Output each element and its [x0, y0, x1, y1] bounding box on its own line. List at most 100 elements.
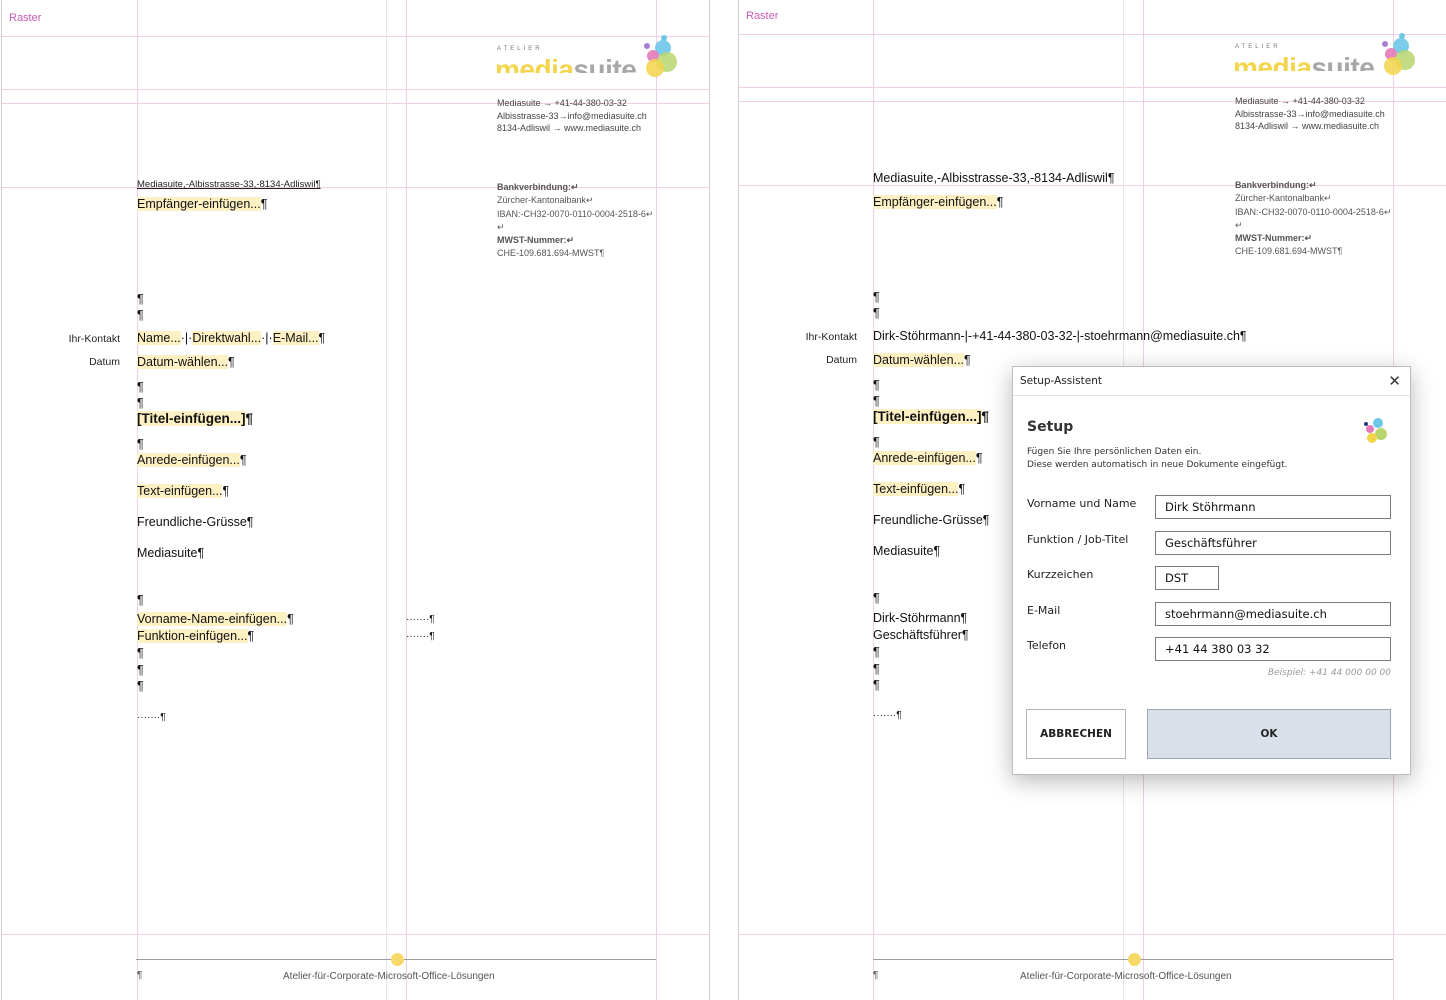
title-field[interactable]: [Titel-einfügen...]¶	[873, 409, 989, 424]
dialog-titlebar[interactable]: Setup-Assistent ✕	[1013, 367, 1410, 395]
pilcrow: ¶	[873, 435, 880, 449]
bank-info-block: Bankverbindung:↵ Zürcher-Kantonalbank↵ I…	[1235, 179, 1391, 259]
closing-text[interactable]: Freundliche-Grüsse¶	[873, 513, 989, 527]
pilcrow: ¶	[222, 484, 230, 498]
company-signature[interactable]: Mediasuite¶	[137, 546, 204, 560]
contact-label: Ihr-Kontakt	[805, 331, 857, 343]
company-logo: ATELIER mediasuite	[495, 35, 685, 98]
company-signature[interactable]: Mediasuite¶	[873, 544, 940, 558]
phone-input[interactable]: +41 44 380 03 32	[1155, 637, 1391, 661]
logo-bubbles-icon	[1382, 33, 1415, 75]
logo-wordmark: mediasuite	[495, 56, 637, 73]
pilcrow: ¶	[228, 355, 235, 369]
pilcrow: ¶	[137, 679, 144, 693]
signer-function-field[interactable]: Funktion-einfügen...¶	[137, 629, 254, 643]
cancel-button[interactable]: ABBRECHEN	[1026, 709, 1126, 759]
tab-leader: ·······¶	[406, 614, 435, 625]
contact-name-placeholder[interactable]: Name...	[137, 331, 181, 345]
bank-iban: IBAN:-CH32-0070-0110-0004-2518-6↵	[1235, 206, 1392, 217]
pilcrow: ¶	[318, 331, 326, 345]
date-field[interactable]: Datum-wählen...¶	[873, 353, 971, 367]
contact-field[interactable]: Name...·|·Direktwahl...·|·E-Mail...¶	[137, 331, 325, 345]
bank-heading: Bankverbindung:↵	[497, 182, 579, 192]
pilcrow: ¶	[873, 378, 880, 392]
recipient-field[interactable]: Empfänger-einfügen...¶	[137, 197, 267, 211]
company-logo: ATELIER mediasuite	[1233, 33, 1423, 96]
initials-input[interactable]: DST	[1155, 566, 1219, 590]
recipient-placeholder[interactable]: Empfänger-einfügen...	[137, 197, 261, 211]
recipient-placeholder[interactable]: Empfänger-einfügen...	[873, 195, 997, 209]
salutation-field[interactable]: Anrede-einfügen...¶	[137, 453, 247, 467]
title-placeholder[interactable]: [Titel-einfügen...]	[873, 409, 982, 424]
ok-button[interactable]: OK	[1147, 709, 1391, 759]
bank-iban: IBAN:-CH32-0070-0110-0004-2518-6↵	[497, 208, 654, 219]
pilcrow: ¶	[137, 308, 144, 322]
company-contact-block: Mediasuite → +41-44-380-03-32 Albisstras…	[1235, 95, 1385, 133]
company-phone-line: Mediasuite → +41-44-380-03-32	[1235, 96, 1365, 106]
name-input[interactable]: Dirk Stöhrmann	[1155, 495, 1391, 519]
pilcrow: ¶	[239, 453, 247, 467]
salutation-placeholder[interactable]: Anrede-einfügen...	[137, 453, 240, 467]
title-field[interactable]: [Titel-einfügen...]¶	[137, 411, 253, 426]
closing-text[interactable]: Freundliche-Grüsse¶	[137, 515, 253, 529]
vat-heading: MWST-Nummer:↵	[1235, 233, 1313, 244]
sender-line[interactable]: Mediasuite,-Albisstrasse-33,-8134-Adlisw…	[137, 179, 321, 190]
phone-label: Telefon	[1027, 639, 1067, 652]
pilcrow: ¶	[873, 394, 880, 408]
email-input[interactable]: stoehrmann@mediasuite.ch	[1155, 602, 1391, 626]
sender-line[interactable]: Mediasuite,-Albisstrasse-33,-8134-Adlisw…	[873, 171, 1115, 185]
salutation-field[interactable]: Anrede-einfügen...¶	[873, 451, 983, 465]
footer-text: Atelier-für-Corporate-Microsoft-Office-L…	[283, 971, 495, 982]
body-field[interactable]: Text-einfügen...¶	[137, 484, 229, 498]
company-web-line: 8134-Adliswil → www.mediasuite.ch	[497, 123, 642, 133]
tab-leader: ·······¶	[137, 712, 166, 723]
description-line: Diese werden automatisch in neue Dokumen…	[1027, 459, 1288, 470]
function-input[interactable]: Geschäftsführer	[1155, 531, 1391, 555]
logo-wordmark: mediasuite	[1233, 54, 1375, 71]
bank-info-block: Bankverbindung:↵ Zürcher-Kantonalbank↵ I…	[497, 181, 653, 261]
date-label: Datum	[89, 356, 120, 368]
blank-line: ↵	[497, 221, 505, 232]
body-field[interactable]: Text-einfügen...¶	[873, 482, 965, 496]
pilcrow: ¶	[873, 645, 880, 659]
pilcrow: ¶	[137, 593, 144, 607]
date-placeholder[interactable]: Datum-wählen...	[873, 353, 965, 367]
pilcrow: ¶	[287, 612, 294, 626]
pilcrow: ¶	[137, 437, 144, 451]
date-placeholder[interactable]: Datum-wählen...	[137, 355, 229, 369]
contact-dial-placeholder[interactable]: Direktwahl...	[192, 331, 262, 345]
recipient-field[interactable]: Empfänger-einfügen...¶	[873, 195, 1003, 209]
pilcrow: ¶	[996, 195, 1004, 209]
grid-line	[873, 0, 874, 1000]
bank-heading: Bankverbindung:↵	[1235, 180, 1317, 190]
signer-function[interactable]: Geschäftsführer¶	[873, 628, 969, 642]
signer-name-placeholder[interactable]: Vorname-Name-einfügen...	[137, 612, 288, 626]
title-placeholder[interactable]: [Titel-einfügen...]	[137, 411, 246, 426]
pilcrow: ¶	[981, 409, 990, 424]
logo-bubbles-icon	[644, 35, 677, 77]
body-placeholder[interactable]: Text-einfügen...	[137, 484, 223, 498]
company-web-line: 8134-Adliswil → www.mediasuite.ch	[1235, 121, 1380, 131]
body-placeholder[interactable]: Text-einfügen...	[873, 482, 959, 496]
vat-heading: MWST-Nummer:↵	[497, 235, 575, 246]
initials-label: Kurzzeichen	[1027, 568, 1094, 581]
contact-field[interactable]: Dirk-Stöhrmann-|-+41-44-380-03-32-|-stoe…	[873, 329, 1247, 343]
contact-label: Ihr-Kontakt	[68, 333, 120, 345]
document-page-left[interactable]: Raster ATELIER mediasuite Mediasuite → +…	[1, 0, 710, 1000]
contact-mail-placeholder[interactable]: E-Mail...	[272, 331, 319, 345]
signer-name[interactable]: Dirk-Stöhrmann¶	[873, 611, 967, 625]
raster-label: Raster	[9, 12, 42, 24]
vat-number: CHE-109.681.694-MWST¶	[1235, 246, 1343, 257]
signer-name-field[interactable]: Vorname-Name-einfügen...¶	[137, 612, 294, 626]
pilcrow: ¶	[137, 396, 144, 410]
date-field[interactable]: Datum-wählen...¶	[137, 355, 235, 369]
salutation-placeholder[interactable]: Anrede-einfügen...	[873, 451, 976, 465]
pilcrow: ¶	[137, 292, 144, 306]
pilcrow: ¶	[873, 678, 880, 692]
pilcrow: ¶	[958, 482, 966, 496]
setup-dialog[interactable]: Setup-Assistent ✕ Setup Fügen Sie Ihre p…	[1012, 366, 1411, 775]
signer-function-placeholder[interactable]: Funktion-einfügen...	[137, 629, 248, 643]
grid-line	[739, 934, 1446, 935]
close-icon[interactable]: ✕	[1388, 372, 1401, 390]
grid-line	[386, 0, 387, 1000]
